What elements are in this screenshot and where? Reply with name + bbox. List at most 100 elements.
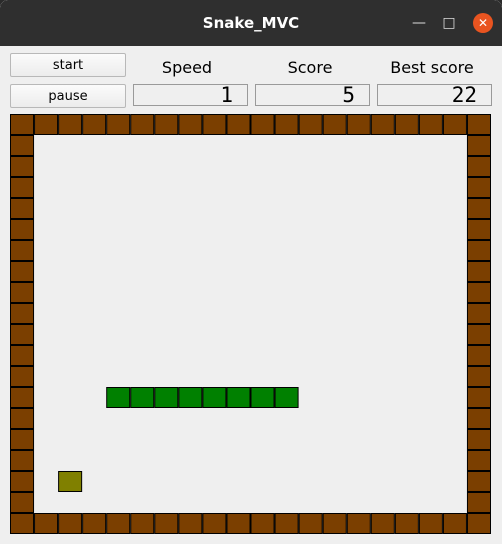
wall-block: [10, 303, 35, 324]
app-window: Snake_MVC — □ ✕ start pause Speed Score …: [0, 0, 502, 544]
score-display: 5: [255, 84, 370, 106]
wall-block: [346, 114, 371, 135]
wall-block: [226, 114, 251, 135]
wall-block: [442, 114, 467, 135]
wall-block: [10, 261, 35, 282]
wall-block: [466, 177, 491, 198]
wall-block: [154, 114, 179, 135]
best-score-label: Best score: [390, 58, 474, 77]
wall-block: [274, 513, 299, 534]
board-canvas: [10, 114, 491, 534]
wall-block: [10, 282, 35, 303]
snake-segment: [178, 387, 203, 408]
wall-block: [466, 471, 491, 492]
wall-block: [154, 513, 179, 534]
wall-block: [58, 114, 83, 135]
wall-block: [418, 513, 443, 534]
wall-block: [466, 198, 491, 219]
snake-segment: [106, 387, 131, 408]
wall-block: [394, 513, 419, 534]
wall-block: [34, 513, 59, 534]
wall-block: [10, 471, 35, 492]
wall-block: [10, 366, 35, 387]
wall-block: [82, 114, 107, 135]
wall-block: [10, 198, 35, 219]
wall-block: [322, 114, 347, 135]
wall-block: [466, 114, 491, 135]
maximize-icon[interactable]: □: [440, 14, 458, 32]
wall-block: [10, 345, 35, 366]
wall-block: [106, 513, 131, 534]
minimize-icon[interactable]: —: [410, 14, 428, 32]
wall-block: [466, 156, 491, 177]
wall-block: [250, 114, 275, 135]
wall-block: [466, 219, 491, 240]
snake-segment: [274, 387, 299, 408]
wall-block: [466, 282, 491, 303]
wall-block: [466, 429, 491, 450]
wall-block: [226, 513, 251, 534]
wall-block: [250, 513, 275, 534]
wall-block: [82, 513, 107, 534]
close-icon[interactable]: ✕: [473, 13, 493, 33]
wall-block: [10, 324, 35, 345]
wall-block: [10, 408, 35, 429]
wall-block: [466, 303, 491, 324]
wall-block: [10, 156, 35, 177]
speed-label: Speed: [161, 58, 213, 77]
wall-block: [202, 513, 227, 534]
wall-block: [394, 114, 419, 135]
wall-block: [10, 135, 35, 156]
wall-block: [466, 366, 491, 387]
score-label: Score: [287, 58, 333, 77]
wall-block: [10, 513, 35, 534]
wall-block: [466, 492, 491, 513]
wall-block: [202, 114, 227, 135]
wall-block: [10, 240, 35, 261]
wall-block: [10, 387, 35, 408]
wall-block: [466, 450, 491, 471]
wall-block: [10, 429, 35, 450]
food-item: [58, 471, 83, 492]
wall-block: [58, 513, 83, 534]
wall-block: [10, 177, 35, 198]
wall-block: [466, 387, 491, 408]
wall-block: [322, 513, 347, 534]
wall-block: [298, 114, 323, 135]
wall-block: [466, 240, 491, 261]
wall-block: [34, 114, 59, 135]
wall-block: [418, 114, 443, 135]
wall-block: [466, 408, 491, 429]
wall-block: [274, 114, 299, 135]
wall-block: [10, 219, 35, 240]
wall-block: [178, 114, 203, 135]
wall-block: [442, 513, 467, 534]
wall-block: [346, 513, 371, 534]
game-board: [10, 114, 491, 534]
wall-block: [178, 513, 203, 534]
snake-segment: [154, 387, 179, 408]
wall-block: [466, 261, 491, 282]
best-score-display: 22: [377, 84, 492, 106]
snake-segment: [202, 387, 227, 408]
wall-block: [370, 114, 395, 135]
wall-block: [10, 492, 35, 513]
wall-block: [298, 513, 323, 534]
wall-block: [130, 513, 155, 534]
wall-block: [10, 114, 35, 135]
wall-block: [466, 324, 491, 345]
snake-segment: [226, 387, 251, 408]
snake-segment: [250, 387, 275, 408]
title-bar: Snake_MVC — □ ✕: [0, 0, 502, 46]
wall-block: [106, 114, 131, 135]
pause-button[interactable]: pause: [10, 84, 126, 108]
wall-block: [130, 114, 155, 135]
wall-block: [466, 135, 491, 156]
wall-block: [10, 450, 35, 471]
speed-display: 1: [133, 84, 248, 106]
wall-block: [370, 513, 395, 534]
start-button[interactable]: start: [10, 53, 126, 77]
wall-block: [466, 513, 491, 534]
snake-segment: [130, 387, 155, 408]
wall-block: [466, 345, 491, 366]
